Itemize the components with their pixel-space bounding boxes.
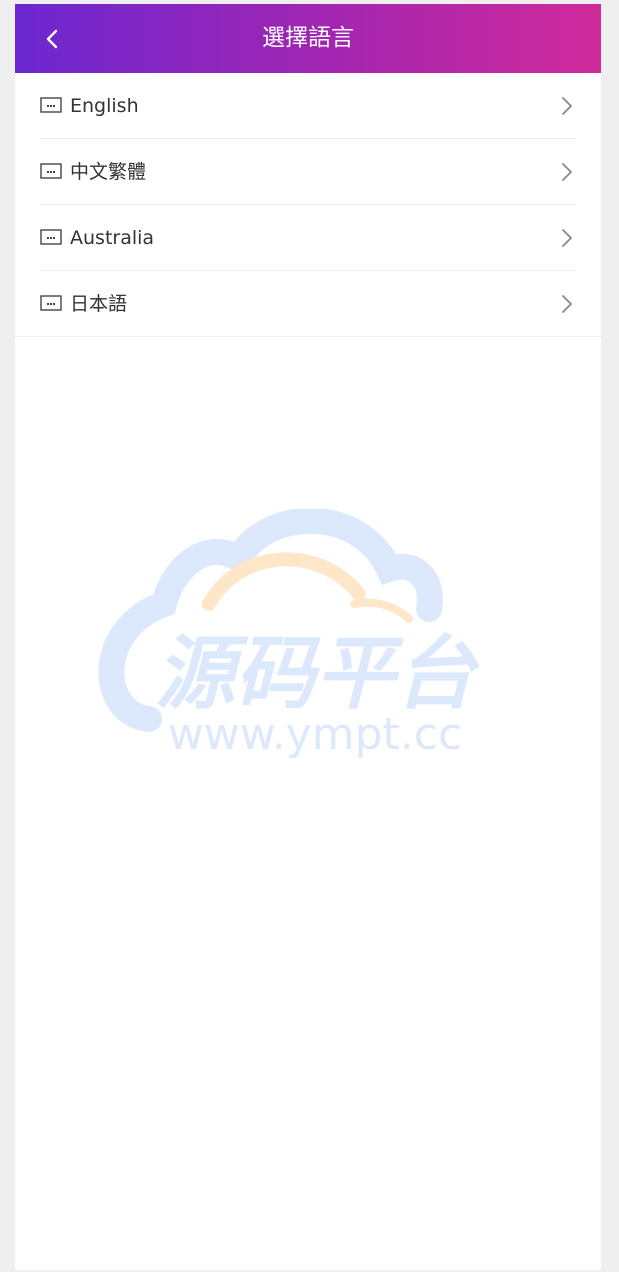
chevron-right-icon: [562, 163, 572, 181]
chevron-left-icon: [46, 29, 58, 49]
language-label: 中文繁體: [70, 161, 147, 183]
app-screen: 選擇語言 English 中文繁體 Australia 日本語 源码平台 www…: [15, 4, 601, 1270]
keyboard-icon: [40, 97, 62, 113]
language-label: English: [70, 95, 139, 117]
watermark-brand: 源码平台: [155, 627, 480, 720]
language-item-english[interactable]: English: [15, 73, 601, 139]
language-item-australia[interactable]: Australia: [15, 205, 601, 271]
watermark-logo: 源码平台 www.ympt.cc: [98, 509, 480, 759]
language-label: 日本語: [70, 293, 128, 315]
keyboard-icon: [40, 163, 62, 179]
keyboard-icon: [40, 229, 62, 245]
back-button[interactable]: [35, 22, 69, 56]
chevron-right-icon: [562, 97, 572, 115]
header-bar: 選擇語言: [15, 4, 601, 73]
page-title: 選擇語言: [262, 25, 354, 51]
chevron-right-icon: [562, 229, 572, 247]
watermark-url: www.ympt.cc: [168, 709, 462, 759]
language-item-japanese[interactable]: 日本語: [15, 271, 601, 337]
keyboard-icon: [40, 295, 62, 311]
language-list: English 中文繁體 Australia 日本語: [15, 73, 601, 337]
language-label: Australia: [70, 227, 155, 249]
language-item-traditional-chinese[interactable]: 中文繁體: [15, 139, 601, 205]
chevron-right-icon: [562, 295, 572, 313]
